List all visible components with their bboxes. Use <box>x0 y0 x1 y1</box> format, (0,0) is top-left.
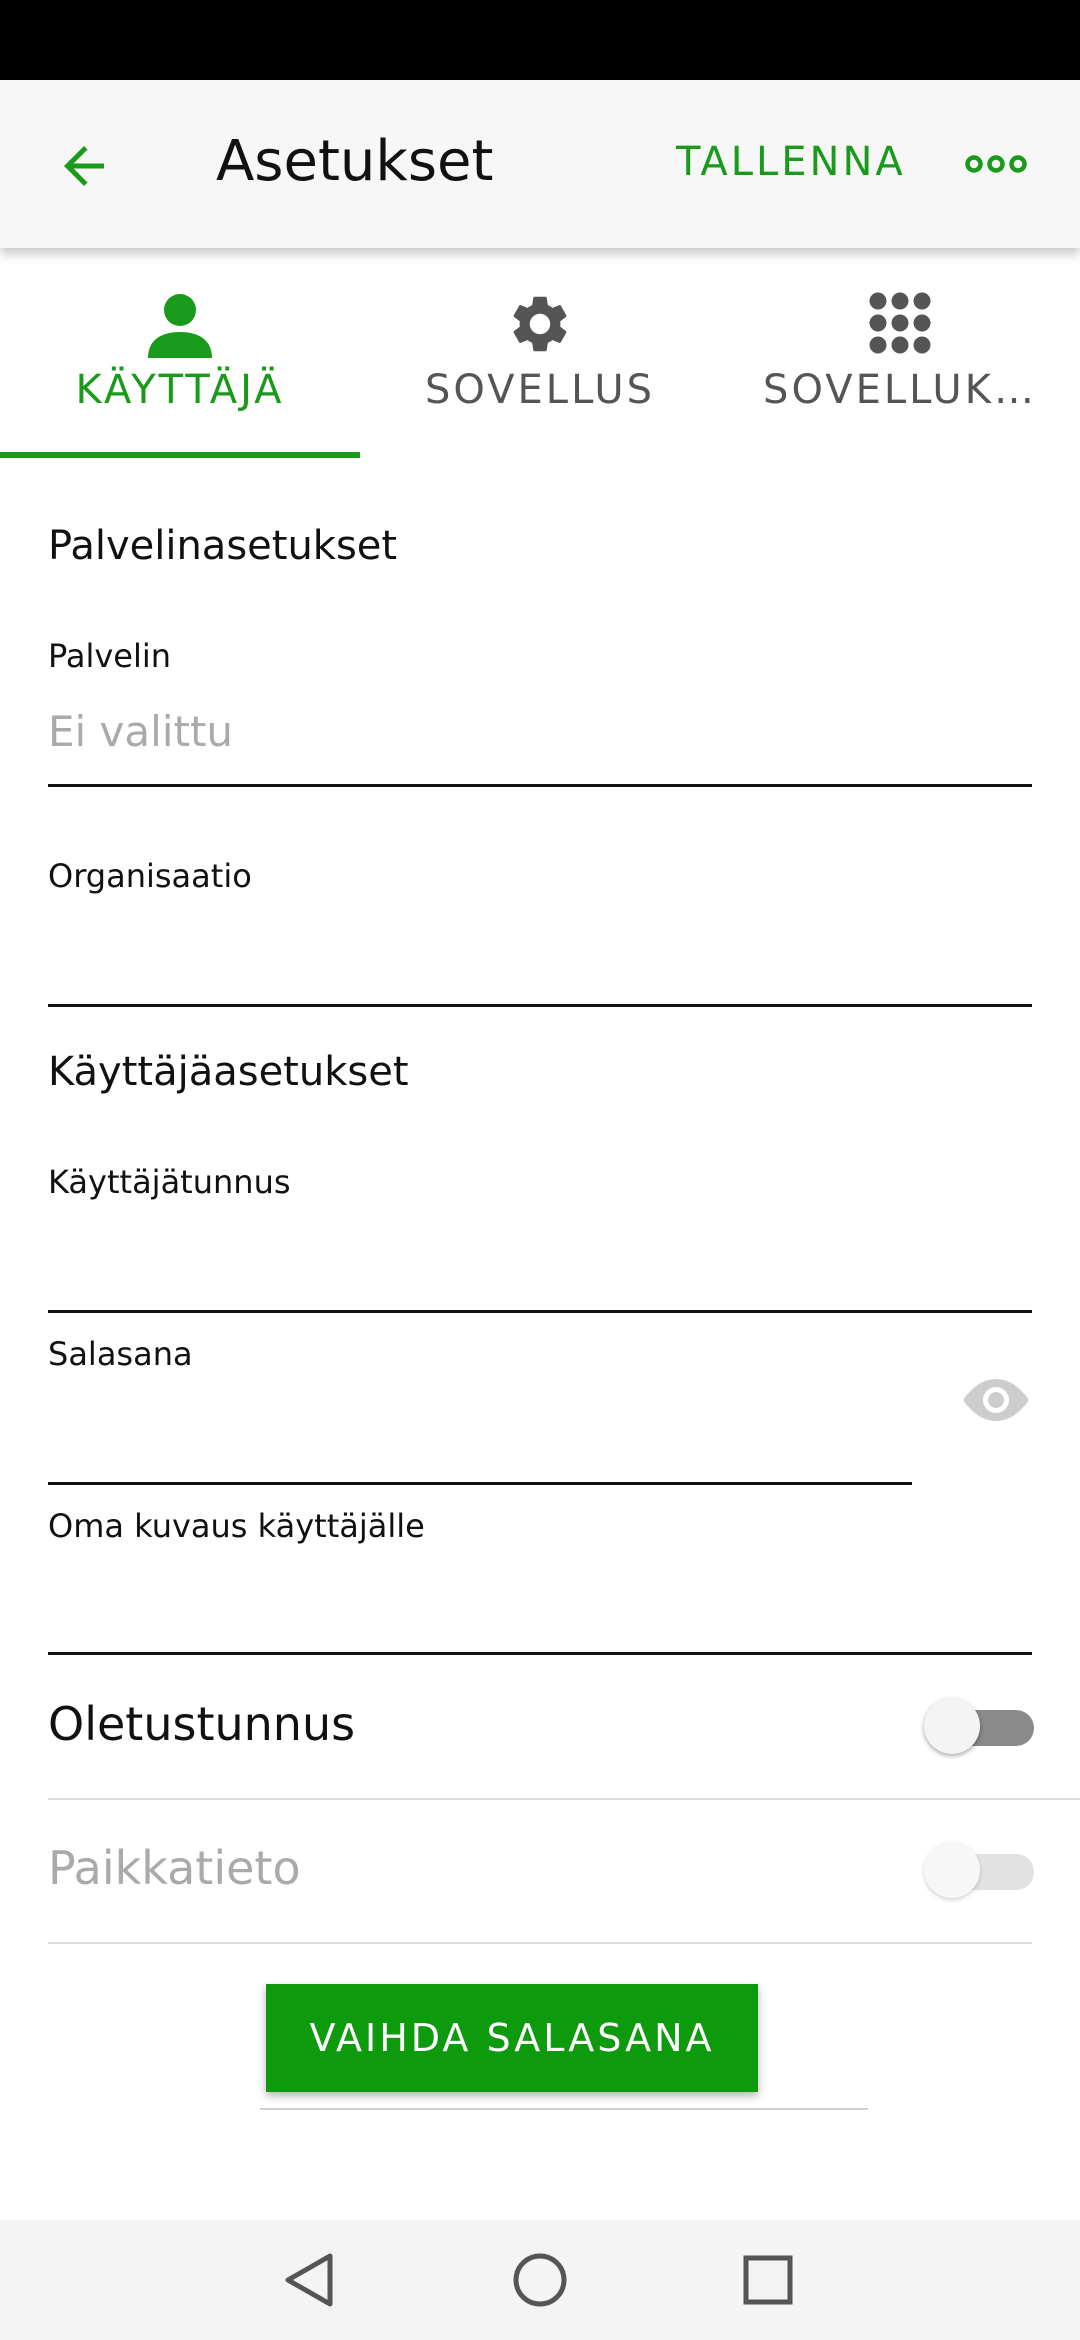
gear-icon <box>513 296 567 352</box>
divider <box>48 1798 1080 1800</box>
tab-label: SOVELLUK… <box>763 367 1037 413</box>
password-label: Salasana <box>48 1335 193 1373</box>
tab-app[interactable]: SOVELLUS <box>360 248 720 460</box>
person-icon <box>148 294 212 358</box>
server-field-underline <box>48 784 1032 787</box>
username-label: Käyttäjätunnus <box>48 1163 291 1201</box>
app-bar: Asetukset TALLENNA <box>0 80 1080 248</box>
nav-home-button[interactable] <box>490 2240 590 2320</box>
divider <box>260 2108 868 2110</box>
page-title: Asetukset <box>216 129 494 194</box>
default-account-switch[interactable] <box>924 1696 1036 1756</box>
switch-thumb <box>924 1842 980 1898</box>
system-navigation-bar <box>0 2220 1080 2340</box>
organization-field-underline <box>48 1004 1032 1007</box>
eye-icon <box>963 1379 1029 1421</box>
nav-recents-button[interactable] <box>718 2240 818 2320</box>
save-button[interactable]: TALLENNA <box>676 130 906 194</box>
username-field-underline <box>48 1310 1032 1313</box>
password-field[interactable] <box>48 1402 912 1462</box>
circle-home-icon <box>513 2253 567 2307</box>
show-password-button[interactable] <box>956 1368 1036 1432</box>
username-field[interactable] <box>48 1230 1032 1290</box>
status-bar <box>0 0 1080 80</box>
apps-grid-icon <box>869 292 931 354</box>
tab-bar: KÄYTTÄJÄ SOVELLUS SOVELLUK… <box>0 248 1080 460</box>
tab-label: SOVELLUS <box>424 367 656 413</box>
organization-field[interactable] <box>48 924 1032 984</box>
server-label: Palvelin <box>48 637 172 675</box>
divider <box>48 1942 1032 1944</box>
server-field[interactable]: Ei valittu <box>48 702 233 762</box>
description-label: Oma kuvaus käyttäjälle <box>48 1507 425 1545</box>
more-horizontal-icon <box>965 155 1027 173</box>
organization-label: Organisaatio <box>48 857 252 895</box>
more-options-button[interactable] <box>950 132 1042 196</box>
description-field-underline <box>48 1652 1032 1655</box>
back-button[interactable] <box>36 118 132 214</box>
server-settings-heading: Palvelinasetukset <box>48 523 398 569</box>
tab-apps[interactable]: SOVELLUK… <box>720 248 1080 460</box>
switch-thumb <box>924 1698 980 1754</box>
nav-back-button[interactable] <box>258 2240 358 2320</box>
triangle-back-icon <box>285 2253 333 2307</box>
user-settings-heading: Käyttäjäasetukset <box>48 1049 409 1095</box>
arrow-back-icon <box>64 146 104 186</box>
tab-label: KÄYTTÄJÄ <box>75 367 285 413</box>
password-field-underline <box>48 1482 912 1485</box>
location-switch <box>924 1840 1036 1900</box>
tab-user[interactable]: KÄYTTÄJÄ <box>0 248 360 460</box>
change-password-button[interactable]: VAIHDA SALASANA <box>266 1984 758 2092</box>
square-recents-icon <box>743 2255 793 2305</box>
location-label: Paikkatieto <box>48 1841 301 1895</box>
active-tab-indicator <box>0 452 360 458</box>
default-account-label: Oletustunnus <box>48 1697 356 1751</box>
description-field[interactable] <box>48 1572 1032 1632</box>
